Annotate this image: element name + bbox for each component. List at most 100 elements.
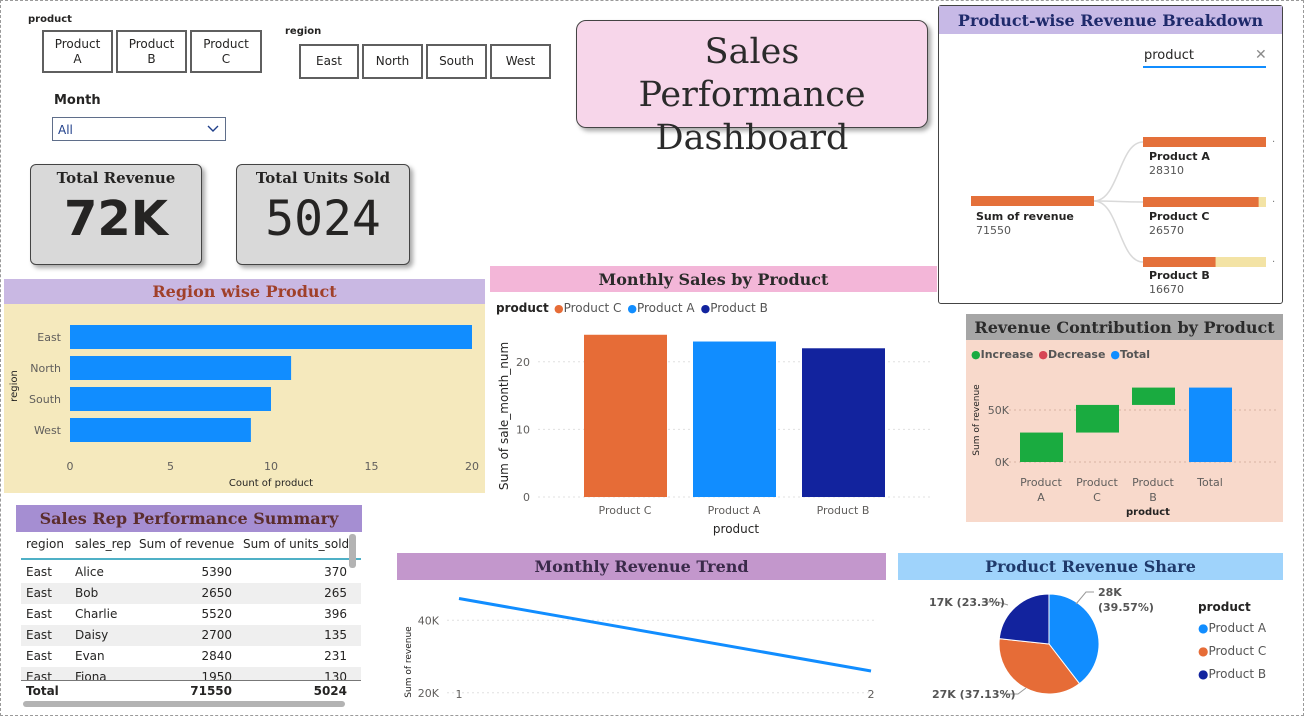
table-cell: Evan: [75, 649, 105, 663]
waterfall-visual[interactable]: Revenue Contribution by Product ●Increas…: [966, 314, 1283, 522]
series-line: [458, 597, 872, 673]
y-tick-label: South: [29, 393, 61, 406]
decomposition-tree-visual[interactable]: Product-wise Revenue Breakdown product ✕…: [938, 5, 1283, 304]
column-header[interactable]: region: [26, 537, 64, 551]
region-slicer-option-north[interactable]: North: [362, 44, 423, 79]
legend-title: product: [1198, 600, 1251, 614]
region-slicer-title: region: [285, 26, 322, 37]
legend-label: Product C: [563, 301, 622, 315]
region-slicer-option-west[interactable]: West: [490, 44, 551, 79]
pie-data-label: 28K: [1098, 586, 1122, 599]
table-cell: East: [26, 607, 52, 621]
legend-marker: ●: [1038, 348, 1048, 361]
table-cell: Alice: [75, 565, 104, 579]
table-horizontal-scrollbar[interactable]: [23, 701, 345, 707]
y-axis-title: Sum of revenue: [404, 626, 414, 698]
bar: [70, 325, 472, 349]
table-vertical-scrollbar[interactable]: [349, 534, 356, 568]
monthly-sales-visual[interactable]: Monthly Sales by Product product ●Produc…: [490, 266, 937, 541]
y-axis-title: region: [9, 370, 20, 402]
card-value: 72K: [64, 191, 168, 247]
table-row[interactable]: East Charlie 5520 396: [21, 604, 361, 625]
column-header[interactable]: Sum of units_sold: [243, 537, 349, 551]
decomp-node-bar: [1143, 137, 1266, 147]
table-header-row: region sales_rep Sum of revenue Sum of u…: [21, 534, 361, 560]
x-tick-label: 15: [365, 460, 379, 473]
bar: [70, 418, 251, 442]
table-cell: 265: [324, 586, 347, 600]
rep-table-title: Sales Rep Performance Summary: [39, 509, 339, 528]
decomp-node-more-icon: ·: [1272, 137, 1275, 148]
table-row[interactable]: East Bob 2650 265: [21, 583, 361, 604]
region-chart-svg: 0 5 10 15 20 East North South West Count of produ…: [9, 325, 479, 489]
month-dropdown[interactable]: All: [52, 117, 226, 141]
decomp-connector: [1093, 200, 1144, 263]
legend-label: Product A: [1208, 621, 1267, 635]
revenue-share-visual[interactable]: Product Revenue Share 28K (39.57%) 17K (23…: [898, 553, 1283, 713]
decomp-root-value: 71550: [976, 224, 1011, 237]
legend-label: Total: [1120, 348, 1151, 361]
decomp-connector: [1093, 200, 1144, 203]
legend-marker: ●: [971, 348, 981, 361]
product-slicer-option-a[interactable]: Product A: [42, 30, 113, 73]
product-slicer-option-b[interactable]: Product B: [116, 30, 187, 73]
table-cell: Charlie: [75, 607, 118, 621]
product-option-label: Product A: [54, 36, 101, 66]
region-slicer-option-south[interactable]: South: [426, 44, 487, 79]
x-axis-title: Count of product: [229, 478, 313, 489]
table-cell: 135: [324, 628, 347, 642]
legend-item: ●Increase: [971, 348, 1033, 361]
product-slicer-option-c[interactable]: Product C: [190, 30, 262, 73]
column-header[interactable]: sales_rep: [75, 537, 131, 551]
legend-title: product: [496, 301, 549, 315]
rep-table[interactable]: region sales_rep Sum of revenue Sum of u…: [21, 532, 361, 710]
region-chart-title: Region wise Product: [4, 279, 485, 304]
table-total-row: Total 71550 5024: [21, 680, 361, 702]
y-tick-label: West: [34, 424, 62, 437]
x-tick-label: Product C: [599, 504, 652, 517]
bar: [584, 334, 667, 497]
waterfall-title: Revenue Contribution by Product: [966, 314, 1283, 340]
rep-table-title-bar: Sales Rep Performance Summary: [16, 505, 362, 532]
pie-data-label: 27K (37.13%): [932, 688, 1016, 701]
table-cell: 370: [324, 565, 347, 579]
y-tick-label: North: [30, 362, 61, 375]
decomp-node-value: 28310: [1149, 164, 1184, 177]
y-axis-title: Sum of sale_month_num: [497, 342, 511, 490]
decomp-node-more-icon: ·: [1272, 257, 1275, 268]
dashboard-title-text: Sales Performance Dashboard: [638, 32, 866, 158]
table-row[interactable]: East Alice 5390 370: [21, 562, 361, 583]
revenue-share-legend: ●Product A ●Product C ●Product B: [1198, 621, 1266, 690]
legend-item: ●Product A: [627, 301, 694, 315]
x-tick-label: Product B: [817, 504, 870, 517]
revenue-trend-visual[interactable]: Monthly Revenue Trend 20K 40K 1 2 Sum of rev…: [397, 553, 886, 713]
y-tick-label: 50K: [988, 404, 1010, 417]
table-cell: 396: [324, 607, 347, 621]
y-tick-label: 20K: [418, 687, 440, 700]
decomp-node-bar: [1143, 197, 1259, 207]
decomp-root-label: Sum of revenue: [976, 210, 1074, 223]
revenue-trend-svg: 20K 40K 1 2 Sum of revenue: [404, 597, 877, 701]
total-cell: Total: [26, 684, 59, 698]
table-cell: 231: [324, 649, 347, 663]
product-slicer-title: product: [28, 14, 72, 25]
table-row[interactable]: East Evan 2840 231: [21, 646, 361, 667]
y-axis-title: Sum of revenue: [972, 384, 982, 456]
bar: [70, 356, 292, 380]
total-revenue-card: Total Revenue 72K: [30, 164, 202, 265]
card-value: 5024: [265, 191, 381, 247]
y-tick-label: 20: [516, 356, 530, 369]
region-chart-visual[interactable]: Region wise Product 0 5 10 15 20 East North Sou…: [4, 279, 485, 493]
waterfall-legend: ●Increase ●Decrease ●Total: [971, 348, 1155, 361]
table-row[interactable]: East Daisy 2700 135: [21, 625, 361, 646]
card-title: Total Revenue: [56, 169, 176, 187]
total-cell: 71550: [190, 684, 232, 698]
column-header[interactable]: Sum of revenue: [139, 537, 234, 551]
monthly-sales-legend: ●Product C ●Product A ●Product B: [554, 301, 774, 315]
decomp-node-label: Product C: [1149, 210, 1210, 223]
y-tick-label: East: [37, 331, 61, 344]
legend-label: Increase: [980, 348, 1034, 361]
region-slicer-option-east[interactable]: East: [299, 44, 359, 79]
table-cell: Bob: [75, 586, 99, 600]
x-tick-label: A: [1037, 491, 1045, 504]
